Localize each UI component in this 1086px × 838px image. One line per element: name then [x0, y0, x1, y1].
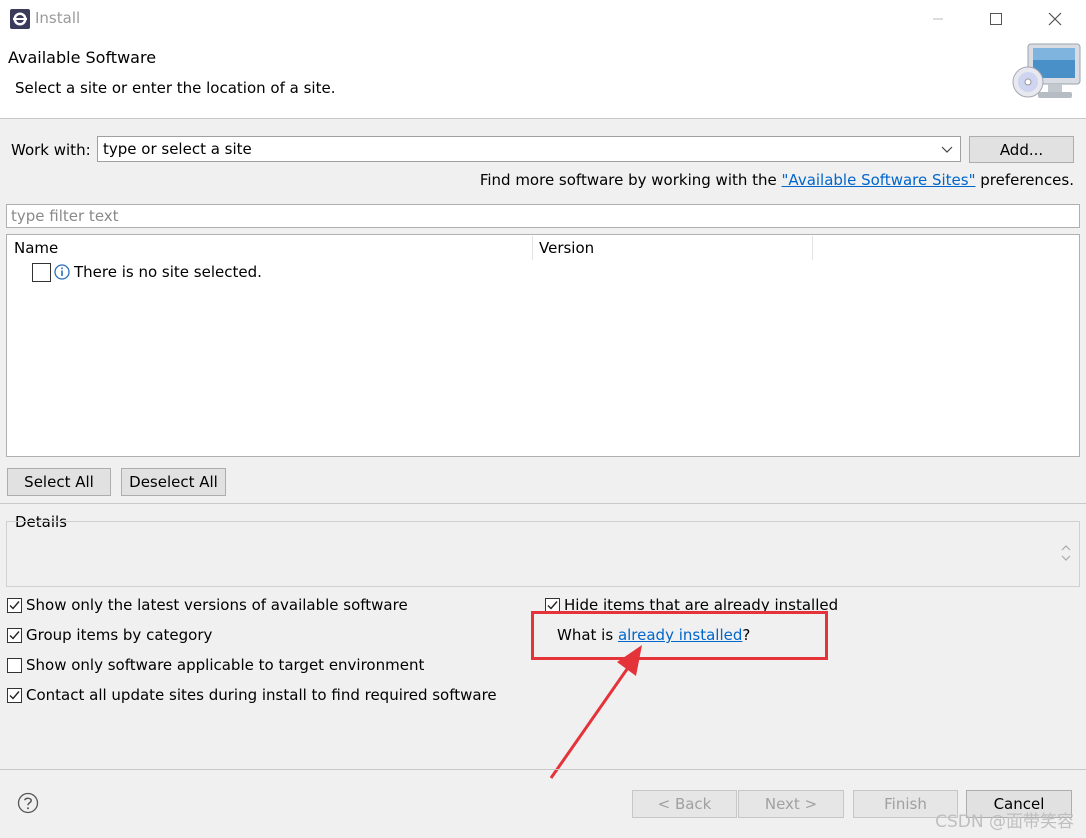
next-button[interactable]: Next >: [738, 790, 844, 818]
column-separator: [532, 236, 533, 260]
more-software-suffix: preferences.: [975, 171, 1074, 189]
option-label: Show only software applicable to target …: [26, 656, 425, 674]
column-separator: [812, 236, 813, 260]
column-header-version[interactable]: Version: [539, 239, 594, 257]
option-contact-update-sites[interactable]: Contact all update sites during install …: [7, 686, 497, 704]
more-software-text: Find more software by working with the "…: [480, 171, 1074, 189]
page-title: Available Software: [8, 48, 157, 67]
maximize-button[interactable]: [967, 0, 1025, 38]
checkbox-unchecked[interactable]: [7, 657, 22, 673]
work-with-combo[interactable]: type or select a site: [97, 136, 961, 162]
details-area: [6, 521, 1080, 587]
available-software-sites-link[interactable]: "Available Software Sites": [782, 171, 976, 189]
option-group-by-category[interactable]: Group items by category: [7, 626, 212, 644]
install-banner-icon: [1012, 43, 1081, 98]
checkbox-checked[interactable]: [7, 597, 22, 613]
option-latest-versions[interactable]: Show only the latest versions of availab…: [7, 596, 408, 614]
column-header-name[interactable]: Name: [14, 239, 58, 257]
work-with-value: type or select a site: [103, 140, 252, 158]
minimize-button[interactable]: [909, 0, 967, 38]
maximize-icon: [990, 13, 1002, 25]
filter-input[interactable]: type filter text: [6, 204, 1080, 228]
option-label: Show only the latest versions of availab…: [26, 596, 408, 614]
select-all-button[interactable]: Select All: [7, 468, 111, 496]
close-icon: [1048, 12, 1062, 26]
option-label: Contact all update sites during install …: [26, 686, 497, 704]
eclipse-icon: [10, 9, 30, 29]
info-icon: [54, 264, 70, 280]
window-title: Install: [35, 9, 81, 27]
footer-divider: [0, 769, 1086, 770]
more-software-prefix: Find more software by working with the: [479, 171, 782, 189]
checkbox-checked[interactable]: [7, 627, 22, 643]
watermark: CSDN @面带笑容: [935, 812, 1074, 832]
row-checkbox[interactable]: [32, 263, 51, 282]
add-button[interactable]: Add...: [969, 136, 1074, 163]
deselect-all-button[interactable]: Deselect All: [121, 468, 226, 496]
checkbox-checked[interactable]: [7, 687, 22, 703]
divider: [0, 503, 1086, 504]
work-with-label: Work with:: [11, 141, 91, 159]
page-subtitle: Select a site or enter the location of a…: [15, 79, 336, 97]
chevron-down-icon: [941, 146, 953, 153]
scroll-spinner-icon[interactable]: [1058, 541, 1074, 565]
help-icon[interactable]: [17, 792, 39, 814]
option-target-environment[interactable]: Show only software applicable to target …: [7, 656, 424, 674]
minimize-icon: [933, 18, 943, 20]
no-site-message: There is no site selected.: [74, 263, 262, 281]
back-button[interactable]: < Back: [632, 790, 737, 818]
option-label: Group items by category: [26, 626, 213, 644]
close-button[interactable]: [1026, 0, 1084, 38]
annotation-arrow-icon: [549, 645, 642, 779]
